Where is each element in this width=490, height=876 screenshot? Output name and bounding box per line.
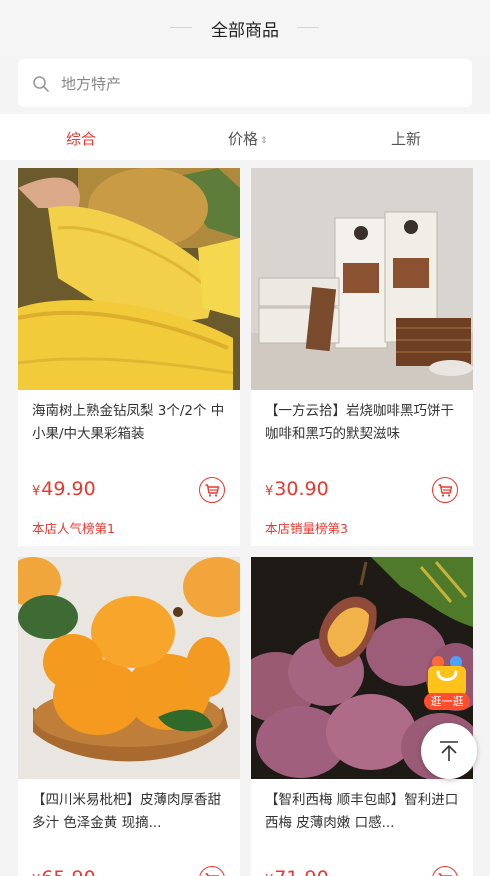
cart-icon (205, 872, 219, 876)
search-bar[interactable]: 地方特产 (18, 59, 472, 107)
rank-badge: 本店人气榜第1 (32, 521, 115, 536)
product-price: ¥49.90 (32, 478, 96, 500)
currency-symbol: ¥ (265, 484, 274, 499)
search-placeholder: 地方特产 (61, 75, 122, 93)
price-value: 49.90 (41, 478, 96, 500)
back-to-top-icon (440, 741, 458, 761)
shopping-bag-icon (428, 656, 466, 696)
product-card[interactable]: 海南树上熟金钻凤梨 3个/2个 中小果/中大果彩箱装 ¥49.90 本店人气榜第… (18, 168, 240, 546)
page-title: 全部商品 (211, 21, 279, 41)
promo-label: 逛一逛 (424, 693, 470, 710)
pineapple-image (18, 168, 240, 390)
product-image[interactable] (18, 557, 240, 779)
product-title: 海南树上熟金钻凤梨 3个/2个 中小果/中大果彩箱装 (32, 403, 225, 442)
currency-symbol: ¥ (32, 484, 41, 499)
cart-icon (205, 483, 219, 497)
sort-tab-comprehensive[interactable]: 综合 (66, 128, 96, 149)
product-title: 【一方云拾】岩烧咖啡黑巧饼干 咖啡和黑巧的默契滋味 (265, 403, 454, 442)
rank-badge: 本店销量榜第3 (265, 521, 348, 536)
product-image[interactable] (251, 168, 473, 390)
add-to-cart-button[interactable] (432, 866, 458, 876)
product-card[interactable]: 【四川米易枇杷】皮薄肉厚香甜多汁 色泽金黄 现摘... ¥65.90 (18, 557, 240, 876)
sort-tab-price-label: 价格 (228, 130, 259, 148)
cart-icon (438, 872, 452, 876)
header-bar: 全部商品 (0, 0, 490, 56)
sort-bar: 综合 价格 ⇕ 上新 (0, 114, 490, 160)
product-price: ¥30.90 (265, 478, 329, 500)
sort-arrow-icon: ⇕ (260, 136, 268, 146)
product-price: ¥65.90 (32, 867, 96, 876)
sort-tab-newest[interactable]: 上新 (391, 128, 421, 149)
product-image[interactable] (18, 168, 240, 390)
cart-icon (438, 483, 452, 497)
product-card[interactable]: 【一方云拾】岩烧咖啡黑巧饼干 咖啡和黑巧的默契滋味 ¥30.90 本店销量榜第3 (251, 168, 473, 546)
loquat-image (18, 557, 240, 779)
price-value: 30.90 (274, 478, 329, 500)
product-price: ¥71.90 (265, 867, 329, 876)
product-title: 【智利西梅 顺丰包邮】智利进口西梅 皮薄肉嫩 口感... (265, 792, 459, 831)
add-to-cart-button[interactable] (432, 477, 458, 503)
title-divider-right (297, 27, 319, 28)
search-icon (33, 76, 49, 92)
browse-promo-button[interactable]: 逛一逛 (420, 652, 474, 714)
sort-tab-price[interactable]: 价格 ⇕ (228, 128, 268, 149)
back-to-top-button[interactable] (421, 723, 477, 779)
add-to-cart-button[interactable] (199, 866, 225, 876)
add-to-cart-button[interactable] (199, 477, 225, 503)
product-title: 【四川米易枇杷】皮薄肉厚香甜多汁 色泽金黄 现摘... (32, 792, 221, 831)
price-value: 71.90 (274, 867, 328, 876)
cookie-box-image (251, 168, 473, 390)
price-value: 65.90 (41, 867, 95, 876)
product-card[interactable]: 【智利西梅 顺丰包邮】智利进口西梅 皮薄肉嫩 口感... ¥71.90 (251, 557, 473, 876)
